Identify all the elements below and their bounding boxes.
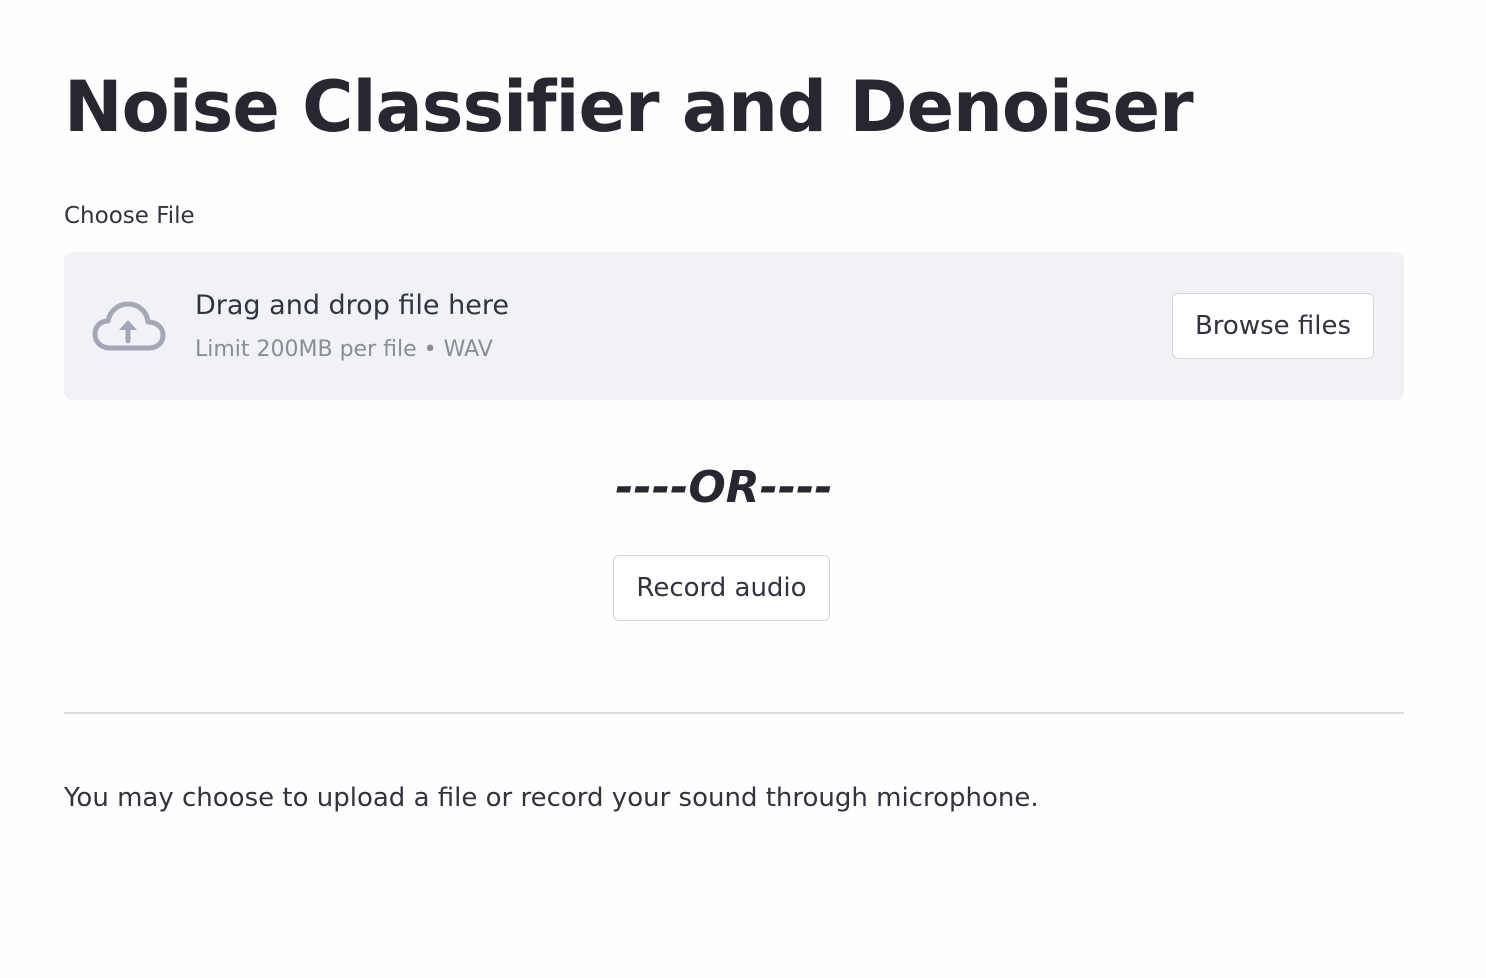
browse-files-button[interactable]: Browse files xyxy=(1172,293,1374,359)
file-uploader-label: Choose File xyxy=(64,203,195,229)
dropzone-instructions: Drag and drop file here Limit 200MB per … xyxy=(195,288,509,364)
dropzone-text: Drag and drop file here xyxy=(195,290,509,321)
page-title: Noise Classifier and Denoiser xyxy=(64,66,1194,148)
record-audio-button[interactable]: Record audio xyxy=(613,555,830,621)
file-limit-text: Limit 200MB per file • WAV xyxy=(195,337,493,362)
app-page: Noise Classifier and Denoiser Choose Fil… xyxy=(0,0,1486,978)
divider xyxy=(64,712,1404,714)
or-separator: ----OR---- xyxy=(615,462,833,513)
cloud-upload-icon xyxy=(92,300,166,354)
file-dropzone[interactable]: Drag and drop file here Limit 200MB per … xyxy=(64,252,1404,400)
help-text: You may choose to upload a file or recor… xyxy=(64,783,1039,813)
